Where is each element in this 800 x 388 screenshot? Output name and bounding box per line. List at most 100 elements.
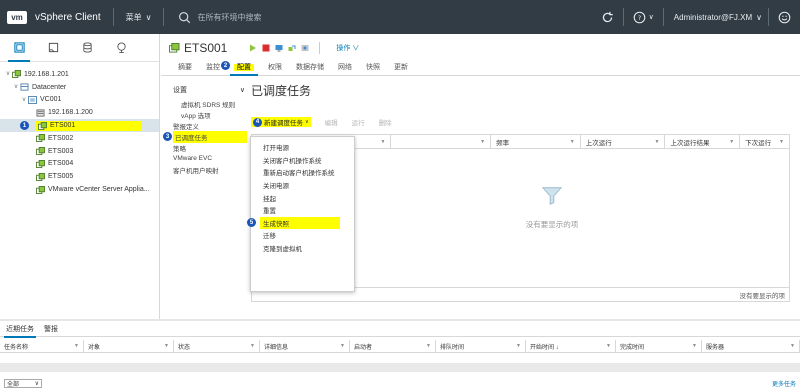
settings-item[interactable]: 3 已调度任务 <box>163 130 249 143</box>
tab-2[interactable]: 2 配置 <box>221 61 261 76</box>
migrate-icon[interactable] <box>288 44 296 52</box>
user-avatar-button[interactable] <box>769 11 800 24</box>
vm-action-buttons <box>249 44 309 52</box>
tree-node[interactable]: ETS004 <box>0 158 159 171</box>
dropdown-item[interactable]: 克隆到虚拟机 <box>251 242 354 255</box>
tab-4[interactable]: 数据存储 <box>289 62 331 75</box>
task-column-header[interactable]: 启动者 ▼ <box>350 340 436 352</box>
filter-icon[interactable]: ▼ <box>480 139 485 145</box>
task-column-header[interactable]: 完成时间 ▼ <box>616 340 702 352</box>
tree-node[interactable]: ETS003 <box>0 145 159 158</box>
task-column-header[interactable]: 排队时间 ▼ <box>436 340 526 352</box>
settings-item[interactable]: 虚拟机 SDRS 规则 <box>169 98 249 109</box>
help-button[interactable]: ? ∨ <box>624 11 663 24</box>
settings-item[interactable]: vApp 选项 <box>169 109 249 120</box>
task-column-header[interactable]: 开始时间 ↓ ▼ <box>526 340 616 352</box>
tree-node[interactable]: ETS002 <box>0 132 159 145</box>
search-input[interactable]: 在所有环境中搜索 <box>178 11 261 24</box>
task-column-header[interactable]: 服务器 ▼ <box>702 340 800 352</box>
settings-item[interactable]: VMware EVC <box>169 153 249 164</box>
grid-column-header[interactable]: 频率 ▼ <box>491 135 581 149</box>
chevron-down-icon[interactable]: v <box>20 97 28 103</box>
step-badge: 4 <box>253 117 262 127</box>
new-scheduled-task-button[interactable]: 4 新建调度任务 ∨ <box>251 117 311 127</box>
actions-menu[interactable]: 操作 ∨ <box>336 43 359 53</box>
dropdown-item[interactable]: 关闭电源 <box>251 179 354 192</box>
snapshot-icon[interactable] <box>301 44 309 52</box>
tab-recent-tasks[interactable]: 近期任务 <box>4 324 42 338</box>
cluster-icon <box>28 95 37 104</box>
filter-icon[interactable]: ▼ <box>74 343 79 349</box>
hosts-clusters-tab[interactable] <box>8 41 30 62</box>
filter-icon[interactable]: ▼ <box>516 343 521 349</box>
tree-node[interactable]: 192.168.1.200 <box>0 106 159 119</box>
empty-state: 没有要显示的项 <box>492 185 612 230</box>
task-column-header[interactable]: 详细信息 ▼ <box>260 340 350 352</box>
vms-templates-tab[interactable] <box>46 41 60 55</box>
dropdown-item[interactable]: 迁移 <box>251 229 354 242</box>
power-off-icon[interactable] <box>262 44 270 52</box>
grid-column-header[interactable]: ▼ <box>391 135 492 149</box>
tab-0[interactable]: 摘要 <box>171 62 199 75</box>
tree-node[interactable]: v 192.168.1.201 <box>0 68 159 81</box>
horizontal-scrollbar[interactable] <box>0 363 800 372</box>
vm-icon <box>36 185 45 194</box>
task-column-header[interactable]: 任务名称 ▼ <box>0 340 84 352</box>
power-on-icon[interactable] <box>249 44 257 52</box>
storage-tab[interactable] <box>80 41 94 55</box>
dropdown-item[interactable]: 重新启动客户机操作系统 <box>251 166 354 179</box>
tab-alarms[interactable]: 警报 <box>42 324 66 337</box>
tree-node[interactable]: VMware vCenter Server Applia... <box>0 183 159 196</box>
grid-column-header[interactable]: 下次运行 ▼ <box>740 135 789 149</box>
filter-icon[interactable]: ▼ <box>381 139 386 145</box>
vmware-logo[interactable]: vm <box>7 10 27 24</box>
tab-5[interactable]: 网络 <box>331 62 359 75</box>
tab-6[interactable]: 快照 <box>359 62 387 75</box>
filter-icon[interactable]: ▼ <box>654 139 659 145</box>
delete-button[interactable]: 删除 <box>379 117 392 127</box>
user-menu[interactable]: Administrator@FJ.XM ∨ <box>664 13 768 22</box>
grid-column-header[interactable]: 上次运行结果 ▼ <box>665 135 741 149</box>
grid-column-header[interactable]: 上次运行 ▼ <box>581 135 666 149</box>
filter-icon[interactable]: ▼ <box>340 343 345 349</box>
filter-icon[interactable]: ▼ <box>250 343 255 349</box>
settings-item[interactable]: 警报定义 <box>169 120 249 131</box>
task-column-header[interactable]: 状态 ▼ <box>174 340 260 352</box>
filter-icon[interactable]: ▼ <box>779 139 784 145</box>
tab-7[interactable]: 更新 <box>387 62 415 75</box>
filter-icon[interactable]: ▼ <box>790 343 795 349</box>
dropdown-item[interactable]: 5 生成快照 <box>247 216 354 230</box>
task-column-header[interactable]: 对象 ▼ <box>84 340 174 352</box>
tab-3[interactable]: 权限 <box>261 62 289 75</box>
app-name[interactable]: vSphere Client <box>35 12 101 23</box>
filter-icon[interactable]: ▼ <box>570 139 575 145</box>
edit-button[interactable]: 编辑 <box>325 117 338 127</box>
tree-node[interactable]: 1 ETS001 <box>0 119 159 132</box>
run-button[interactable]: 运行 <box>352 117 365 127</box>
dropdown-item[interactable]: 关闭客户机操作系统 <box>251 154 354 167</box>
dropdown-item[interactable]: 挂起 <box>251 191 354 204</box>
settings-header[interactable]: 设置 ∨ <box>169 82 249 98</box>
tree-node[interactable]: ETS005 <box>0 170 159 183</box>
tree-node[interactable]: v VC001 <box>0 94 159 107</box>
menu-button[interactable]: 菜单 ∨ <box>126 12 152 23</box>
networking-tab[interactable] <box>114 41 128 55</box>
settings-item[interactable]: 客户机用户映射 <box>169 164 249 175</box>
task-filter-select[interactable]: 全部 ∨ <box>4 378 42 388</box>
filter-icon[interactable]: ▼ <box>606 343 611 349</box>
console-icon[interactable] <box>275 44 283 52</box>
dropdown-item[interactable]: 打开电源 <box>251 141 354 154</box>
chevron-down-icon[interactable]: v <box>4 71 12 77</box>
filter-icon[interactable]: ▼ <box>729 139 734 145</box>
svg-text:?: ? <box>637 13 640 21</box>
filter-icon[interactable]: ▼ <box>426 343 431 349</box>
settings-item[interactable]: 策略 <box>169 142 249 153</box>
refresh-button[interactable] <box>592 11 623 24</box>
filter-icon[interactable]: ▼ <box>692 343 697 349</box>
tree-node[interactable]: v Datacenter <box>0 81 159 94</box>
dropdown-item[interactable]: 重置 <box>251 204 354 217</box>
dropdown-item-label: 生成快照 <box>260 216 340 229</box>
chevron-down-icon[interactable]: v <box>12 84 20 90</box>
more-tasks-link[interactable]: 更多任务 <box>772 379 796 388</box>
filter-icon[interactable]: ▼ <box>164 343 169 349</box>
